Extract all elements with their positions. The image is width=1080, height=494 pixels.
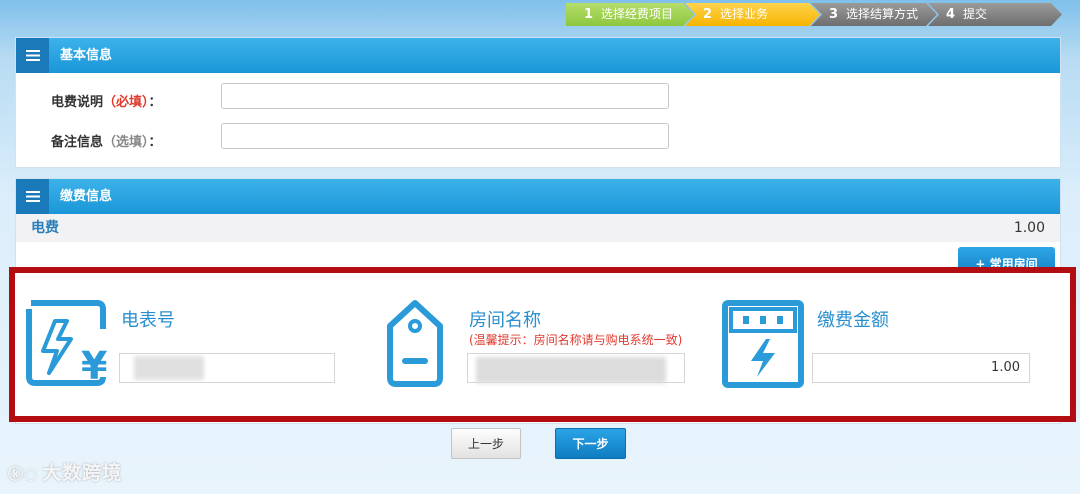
menu-list-icon <box>16 179 49 214</box>
watermark-text: 大数跨境 <box>42 462 123 484</box>
required-tag: （必填） <box>103 95 149 110</box>
electricity-note-label: 电费说明（必填）： <box>51 95 162 110</box>
basic-info-header: 基本信息 <box>16 38 1060 73</box>
step-select-fund-project: 1 选择经费项目 <box>566 3 694 26</box>
step-number: 1 <box>584 7 594 22</box>
room-tag-icon <box>387 300 443 387</box>
payment-amount-input[interactable]: 1.00 <box>812 353 1030 383</box>
fee-item-row[interactable]: 电费 1.00 <box>16 214 1060 242</box>
basic-info-panel: 基本信息 电费说明（必填）： 备注信息（选填）： <box>15 37 1061 168</box>
watermark-logo-icon: ⓚ◌ <box>8 465 39 483</box>
payment-amount-label: 缴费金额 <box>817 310 889 331</box>
meter-number-label: 电表号 <box>121 310 175 331</box>
step-select-business: 2 选择业务 <box>685 3 820 26</box>
watermark: ⓚ◌ 大数跨境 <box>8 458 122 485</box>
step-submit: 4 提交 <box>928 3 1062 26</box>
electric-meter-yuan-icon: ¥ <box>26 300 107 387</box>
fee-amount: 1.00 <box>1013 220 1045 236</box>
step-label: 选择结算方式 <box>846 7 919 21</box>
step-label: 选择经费项目 <box>601 7 674 21</box>
next-step-button[interactable]: 下一步 <box>555 428 626 459</box>
room-name-input[interactable] <box>467 353 685 383</box>
progress-stepper: 1 选择经费项目 2 选择业务 3 选择结算方式 4 提交 <box>566 3 1062 26</box>
step-label: 选择业务 <box>720 7 769 21</box>
room-name-hint: (温馨提示：房间名称请与购电系统一致) <box>469 333 683 347</box>
panel-title: 基本信息 <box>60 48 113 63</box>
previous-step-button[interactable]: 上一步 <box>451 428 521 459</box>
panel-title: 缴费信息 <box>60 189 113 204</box>
remark-label: 备注信息（选填）： <box>51 135 162 150</box>
step-number: 4 <box>946 7 956 22</box>
payment-info-header: 缴费信息 <box>16 179 1060 214</box>
highlighted-payment-fields: ¥ 电表号 房间名称 (温馨提示：房间名称请与购电系统一致) 缴费金额 1.00 <box>9 267 1076 422</box>
remark-input[interactable] <box>221 123 669 149</box>
step-label: 提交 <box>963 7 988 21</box>
step-number: 2 <box>703 7 713 22</box>
step-number: 3 <box>829 7 839 22</box>
meter-number-input[interactable] <box>119 353 335 383</box>
electricity-note-input[interactable] <box>221 83 669 109</box>
fee-name: 电费 <box>31 220 59 236</box>
svg-text:¥: ¥ <box>81 344 107 387</box>
menu-list-icon <box>16 38 49 73</box>
optional-tag: （选填） <box>103 135 149 150</box>
power-box-icon <box>722 300 804 388</box>
step-select-settlement: 3 选择结算方式 <box>811 3 937 26</box>
room-name-label: 房间名称 <box>469 310 541 331</box>
